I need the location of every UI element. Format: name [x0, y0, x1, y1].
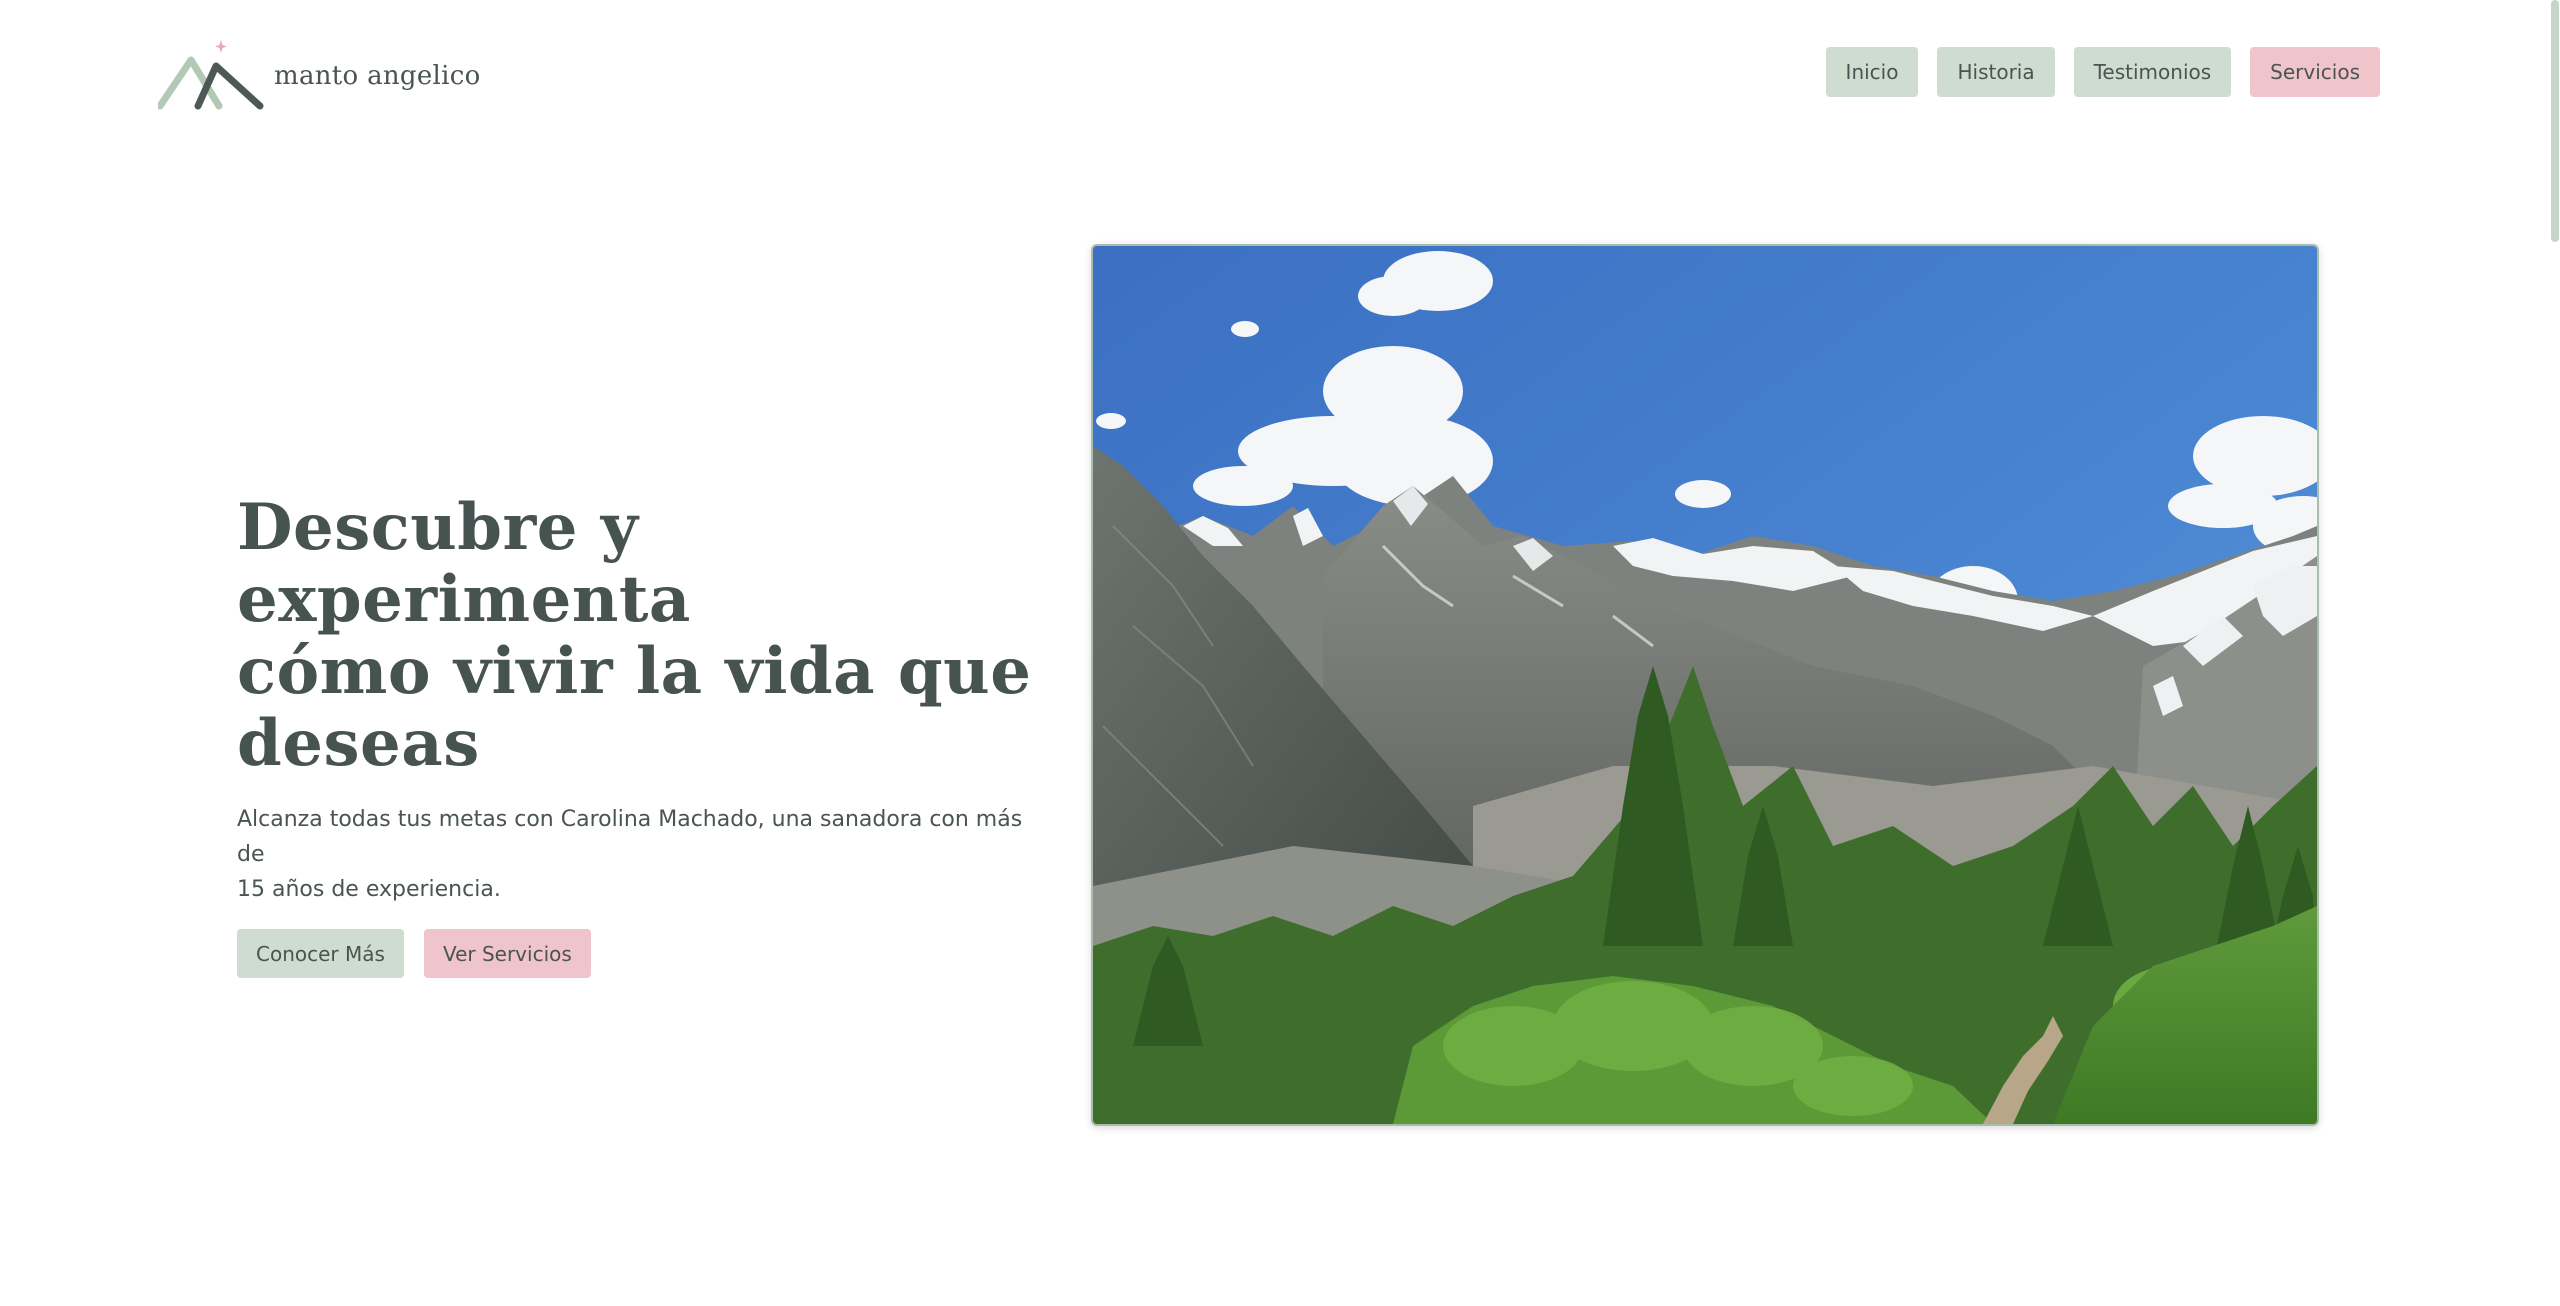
- hero-title-line-2: cómo vivir la vida que: [237, 634, 1032, 709]
- site-header: manto angelico Inicio Historia Testimoni…: [0, 0, 2550, 150]
- nav-servicios-button[interactable]: Servicios: [2250, 47, 2380, 97]
- hero-image: [1091, 244, 2319, 1126]
- mountain-landscape-photo: [1093, 246, 2317, 1124]
- hero-subtitle-line-2: 15 años de experiencia.: [237, 877, 501, 902]
- nav-testimonios-button[interactable]: Testimonios: [2073, 47, 2232, 97]
- hero-title-line-3: deseas: [237, 706, 480, 781]
- hero-title: Descubre y experimenta cómo vivir la vid…: [237, 492, 1037, 780]
- mountain-logo-icon: [158, 40, 264, 110]
- nav-inicio-button[interactable]: Inicio: [1825, 47, 1919, 97]
- hero-buttons: Conocer Más Ver Servicios: [237, 929, 1037, 978]
- brand-name: manto angelico: [274, 61, 481, 91]
- nav-historia-button[interactable]: Historia: [1937, 47, 2055, 97]
- logo-link[interactable]: manto angelico: [158, 38, 481, 110]
- ver-servicios-button[interactable]: Ver Servicios: [423, 929, 591, 978]
- hero-title-line-1: Descubre y experimenta: [237, 490, 691, 637]
- conocer-mas-button[interactable]: Conocer Más: [237, 929, 404, 978]
- hero-subtitle: Alcanza todas tus metas con Carolina Mac…: [237, 802, 1027, 907]
- scrollbar-thumb[interactable]: [2551, 0, 2559, 242]
- hero-subtitle-line-1: Alcanza todas tus metas con Carolina Mac…: [237, 807, 1023, 867]
- hero-text: Descubre y experimenta cómo vivir la vid…: [237, 492, 1037, 978]
- page: manto angelico Inicio Historia Testimoni…: [0, 0, 2560, 1306]
- page-scrollbar[interactable]: [2550, 0, 2560, 1306]
- main-nav: Inicio Historia Testimonios Servicios: [1825, 47, 2380, 97]
